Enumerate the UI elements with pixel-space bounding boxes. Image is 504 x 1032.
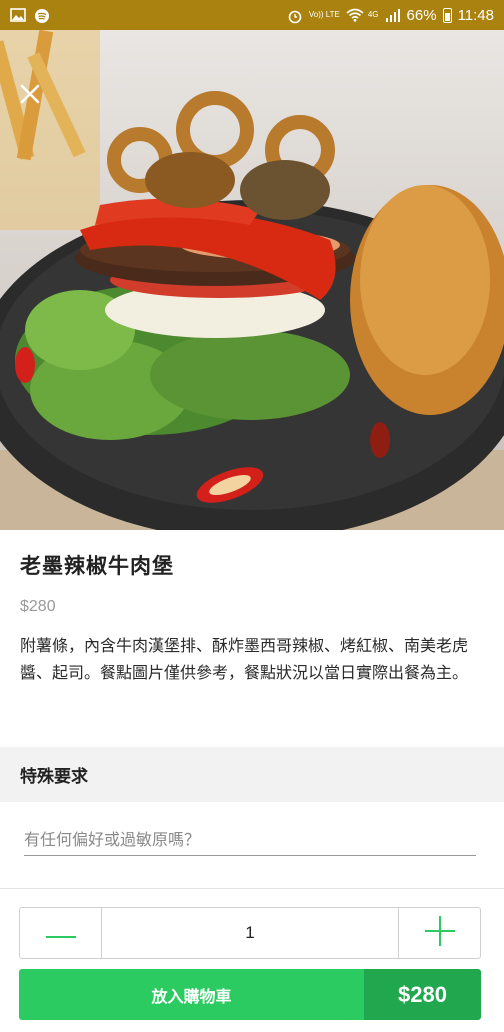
divider: [0, 888, 504, 889]
network-type: 4G: [367, 10, 379, 19]
quantity-value: 1: [245, 923, 255, 942]
product-description: 附薯條，內含牛肉漢堡排、酥炸墨西哥辣椒、烤紅椒、南美老虎醬、起司。餐點圖片僅供參…: [20, 636, 469, 682]
battery-percent: 66%: [406, 6, 437, 24]
product-price: $280: [20, 598, 56, 615]
clock: 11:48: [457, 6, 494, 24]
decrease-quantity-button[interactable]: [20, 908, 102, 958]
plus-icon: [424, 916, 455, 950]
signal-icon: [385, 8, 401, 22]
special-request-title: 特殊要求: [20, 767, 88, 787]
wifi-icon: [346, 8, 364, 22]
close-icon: [19, 83, 41, 105]
close-button[interactable]: [14, 78, 46, 110]
volte-indicator: Vo)) LTE: [308, 10, 340, 19]
minus-icon: [45, 924, 76, 943]
cart-total: $280: [364, 969, 481, 1020]
add-to-cart-label: 放入購物車: [19, 969, 364, 1020]
spotify-icon: [34, 8, 50, 23]
special-request-heading: 特殊要求: [0, 747, 504, 802]
gallery-icon: [10, 8, 26, 22]
increase-quantity-button[interactable]: [398, 908, 480, 958]
special-request-input[interactable]: [24, 830, 476, 849]
quantity-stepper: 1: [19, 907, 481, 959]
fries-illustration: [0, 30, 100, 230]
product-image: [0, 30, 504, 530]
battery-icon: [442, 7, 452, 23]
add-to-cart-button[interactable]: 放入購物車 $280: [19, 969, 481, 1020]
special-request-field: [24, 830, 476, 856]
status-bar: Vo)) LTE 4G 66% 11:48: [0, 0, 504, 30]
product-info: 老墨辣椒牛肉堡 $280 附薯條，內含牛肉漢堡排、酥炸墨西哥辣椒、烤紅椒、南美老…: [0, 530, 504, 686]
alarm-icon: [287, 8, 303, 24]
product-name: 老墨辣椒牛肉堡: [20, 554, 174, 578]
